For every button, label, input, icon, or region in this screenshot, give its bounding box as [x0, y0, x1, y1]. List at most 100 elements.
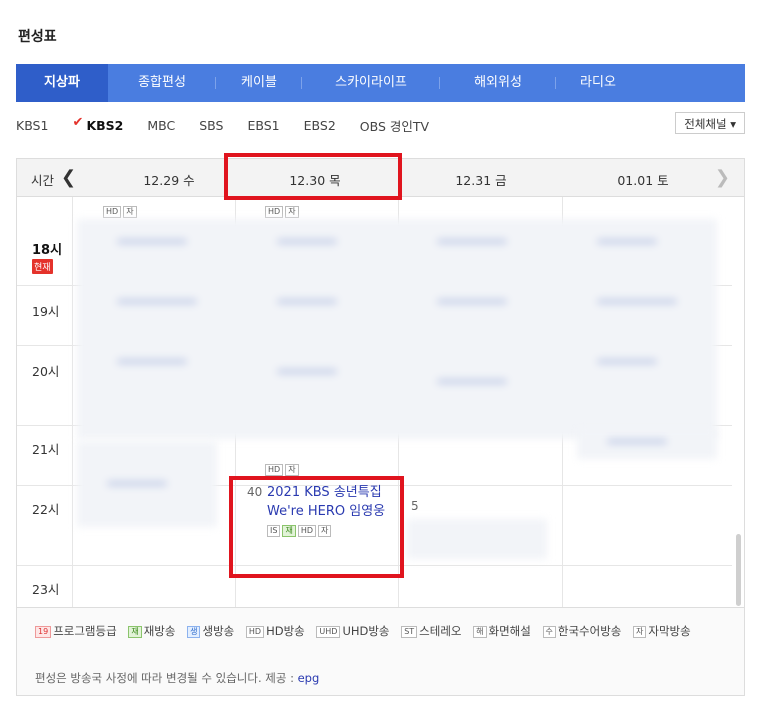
subtitle-icon: 자: [285, 205, 299, 218]
now-badge: 현재: [32, 259, 53, 274]
blurred-text: [117, 239, 187, 244]
legend-label: 생방송: [202, 624, 235, 638]
channel-kbs2[interactable]: ✔ KBS2: [72, 114, 124, 133]
legend-label: 화면해설: [488, 624, 531, 638]
hour-23: 23시: [32, 582, 60, 597]
legend-item: 19 프로그램등급: [35, 622, 117, 640]
time-label: 시간: [31, 173, 55, 188]
legend-item: HD HD방송: [245, 622, 305, 640]
hd-icon: HD: [245, 625, 265, 638]
hour-20: 20시: [32, 364, 60, 379]
highlight-box-program: [229, 476, 404, 578]
tab-label: 스카이라이프: [335, 75, 407, 90]
blurred-text: [437, 239, 507, 244]
hour-19: 19시: [32, 304, 60, 319]
live-icon: 생: [187, 625, 201, 638]
schedule-note: 편성은 방송국 사정에 따라 변경될 수 있습니다. 제공 : epg: [35, 670, 319, 686]
date-tab-1231[interactable]: 12.31 금: [401, 170, 561, 189]
blurred-text: [437, 299, 507, 304]
tab-label: 케이블: [241, 75, 277, 90]
channel-ebs1[interactable]: EBS1: [247, 118, 279, 133]
hd-icon: HD: [103, 205, 122, 218]
legend-item: 자 자막방송: [633, 622, 691, 640]
date-tab-0101[interactable]: 01.01 토: [563, 170, 723, 189]
channel-ebs2[interactable]: EBS2: [304, 118, 336, 133]
legend-item: UHD UHD방송: [316, 622, 390, 640]
all-channels-dropdown[interactable]: 전체채널 ▾: [675, 112, 745, 134]
tab-skylife[interactable]: 스카이라이프: [302, 64, 440, 102]
blurred-programs: [77, 441, 217, 527]
subtitle-icon: 자: [285, 463, 299, 476]
blurred-text: [607, 439, 667, 444]
channel-kbs1[interactable]: KBS1: [16, 118, 48, 133]
legend-label: 스테레오: [419, 624, 462, 638]
note-text: 편성은 방송국 사정에 따라 변경될 수 있습니다. 제공 :: [35, 671, 298, 685]
legend-label: HD방송: [266, 624, 305, 638]
legend-items: 19 프로그램등급 재 재방송 생 생방송 HD HD방송 UHD UHD방송 ST 스테레…: [35, 622, 725, 640]
program-time: 5: [411, 499, 419, 513]
legend-label: UHD방송: [342, 624, 390, 638]
blurred-text: [597, 359, 657, 364]
highlight-box-date: [224, 153, 402, 200]
main-tabs: 지상파 종합편성 케이블 스카이라이프 해외위성 라디오: [16, 64, 745, 102]
uhd-icon: UHD: [316, 625, 341, 638]
hour-18: 18시: [32, 243, 63, 258]
channel-obs[interactable]: OBS 경인TV: [360, 116, 429, 135]
blurred-text: [597, 299, 677, 304]
blurred-text: [277, 299, 337, 304]
blurred-text: [277, 369, 337, 374]
blurred-programs: [577, 429, 717, 459]
hd-icon: HD: [265, 463, 284, 476]
blurred-programs: [77, 219, 717, 439]
tab-terrestrial[interactable]: 지상파: [16, 64, 108, 102]
page-title: 편성표: [18, 29, 57, 45]
next-arrow-icon[interactable]: ❯: [715, 167, 730, 188]
prev-arrow-icon[interactable]: ❮: [61, 167, 76, 188]
blurred-text: [437, 379, 507, 384]
channel-sbs[interactable]: SBS: [199, 118, 223, 133]
blurred-programs: [407, 519, 547, 559]
check-icon: ✔: [72, 114, 84, 130]
tab-radio[interactable]: 라디오: [556, 64, 640, 102]
provider-link[interactable]: epg: [298, 671, 320, 685]
sign-language-icon: 수: [542, 625, 556, 638]
blurred-text: [277, 239, 337, 244]
blurred-text: [107, 481, 167, 486]
tab-label: 라디오: [580, 75, 616, 90]
legend-item: 생 생방송: [187, 622, 234, 640]
legend-label: 자막방송: [648, 624, 691, 638]
legend-item: ST 스테레오: [401, 622, 461, 640]
subtitle-icon: 자: [633, 625, 647, 638]
blurred-text: [597, 239, 657, 244]
hd-icon: HD: [265, 205, 284, 218]
hour-22: 22시: [32, 502, 60, 517]
channel-row: KBS1 ✔ KBS2 MBC SBS EBS1 EBS2 OBS 경인TV 전체…: [16, 112, 745, 138]
stereo-icon: ST: [401, 625, 418, 638]
legend-item: 수 한국수어방송: [542, 622, 622, 640]
legend: 19 프로그램등급 재 재방송 생 생방송 HD HD방송 UHD UHD방송 ST 스테레…: [16, 608, 745, 696]
blurred-text: [117, 299, 197, 304]
legend-item: 재 재방송: [128, 622, 175, 640]
audio-description-icon: 해: [473, 625, 487, 638]
scrollbar[interactable]: [736, 534, 741, 606]
legend-label: 프로그램등급: [53, 624, 117, 638]
tab-label: 해외위성: [474, 75, 522, 90]
column-divider: [72, 197, 73, 607]
hour-21: 21시: [32, 442, 60, 457]
subtitle-icon: 자: [123, 205, 137, 218]
tab-label: 종합편성: [138, 75, 186, 90]
tab-label: 지상파: [44, 75, 80, 90]
rating-19-icon: 19: [35, 625, 52, 638]
legend-label: 재방송: [143, 624, 176, 638]
tab-general[interactable]: 종합편성: [108, 64, 216, 102]
program-tags: HD 자: [103, 201, 139, 220]
blurred-text: [117, 359, 187, 364]
channel-mbc[interactable]: MBC: [147, 118, 175, 133]
program-tags: HD 자: [265, 201, 301, 220]
channel-label: KBS2: [86, 117, 124, 133]
tab-overseas[interactable]: 해외위성: [440, 64, 556, 102]
legend-label: 한국수어방송: [557, 624, 622, 638]
legend-item: 해 화면해설: [473, 622, 531, 640]
tab-cable[interactable]: 케이블: [216, 64, 302, 102]
rerun-icon: 재: [128, 625, 142, 638]
